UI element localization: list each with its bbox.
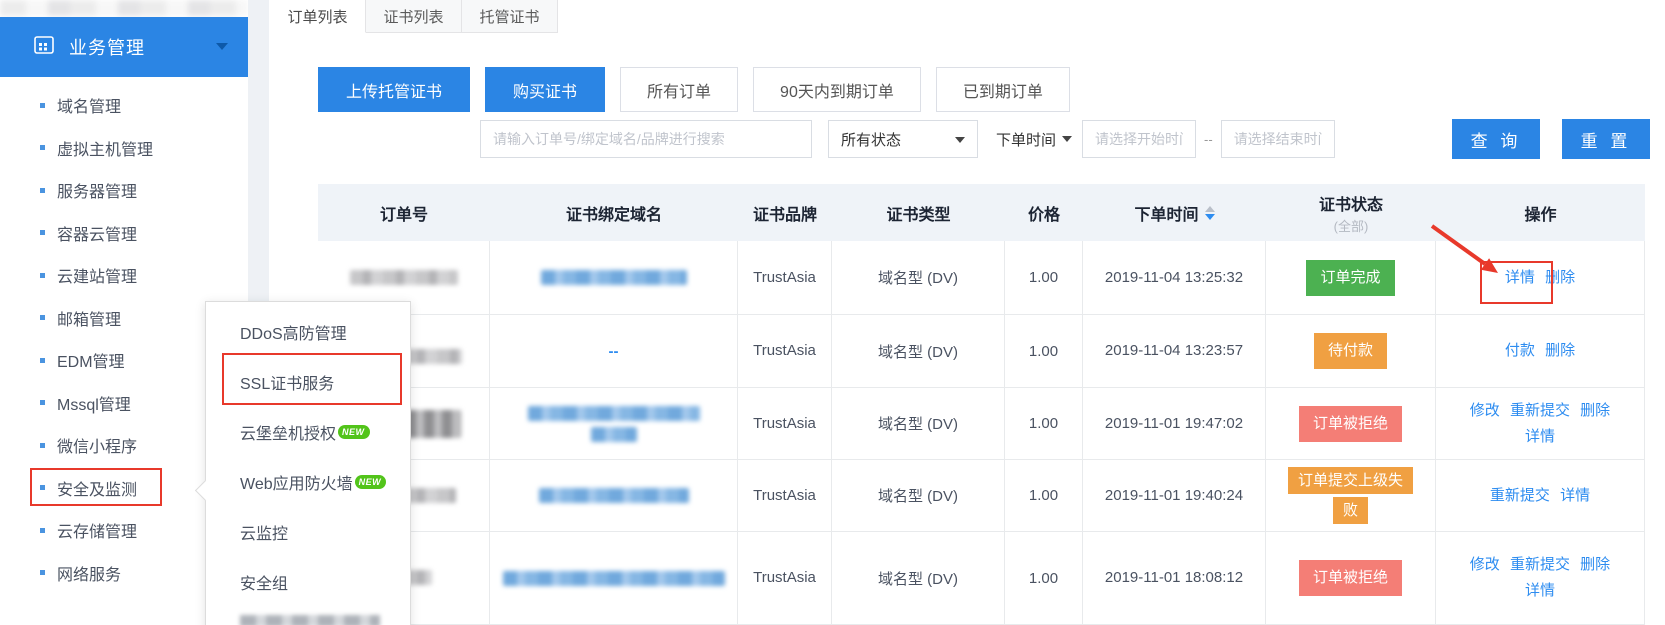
submenu-item-security-group[interactable]: 安全组 bbox=[206, 557, 410, 607]
table-row: TrustAsia 域名型 (DV) 1.00 2019-11-01 18:08… bbox=[318, 532, 1645, 625]
time-field-dropdown[interactable]: 下单时间 bbox=[996, 120, 1072, 158]
caret-down-icon bbox=[1062, 136, 1072, 142]
search-input[interactable] bbox=[480, 120, 812, 158]
redacted-domain bbox=[528, 406, 700, 421]
bullet-icon bbox=[40, 570, 45, 575]
redacted-order-number bbox=[406, 410, 461, 438]
clipped-submenu-item bbox=[240, 615, 380, 625]
reset-button[interactable]: 重 置 bbox=[1562, 119, 1650, 159]
status-badge: 订单被拒绝 bbox=[1299, 406, 1402, 442]
modify-link[interactable]: 修改 bbox=[1470, 556, 1500, 573]
ssl-certificate-console: 业务管理 域名管理 虚拟主机管理 服务器管理 容器云管理 云建站管理 邮箱管理 … bbox=[0, 0, 1665, 625]
table-row: TrustAsia 域名型 (DV) 1.00 2019-11-01 19:40… bbox=[318, 460, 1645, 532]
toolbar: 上传托管证书 购买证书 所有订单 90天内到期订单 已到期订单 bbox=[318, 67, 1085, 112]
bullet-icon bbox=[40, 145, 45, 150]
delete-link[interactable]: 删除 bbox=[1545, 269, 1575, 286]
submenu-item-ddos[interactable]: DDoS高防管理 bbox=[206, 307, 410, 357]
sidebar-item-container-cloud[interactable]: 容器云管理 bbox=[0, 212, 248, 255]
sidebar-item-site-builder[interactable]: 云建站管理 bbox=[0, 254, 248, 297]
table-header-row: 订单号 证书绑定域名 证书品牌 证书类型 价格 下单时间 证书状态 (全部) 操… bbox=[318, 184, 1645, 241]
detail-link[interactable]: 详情 bbox=[1560, 487, 1590, 504]
header-action: 操作 bbox=[1436, 184, 1645, 241]
table-row: TrustAsia 域名型 (DV) 1.00 2019-11-04 13:25… bbox=[318, 241, 1645, 315]
header-domain: 证书绑定域名 bbox=[490, 184, 738, 241]
tab-order-list[interactable]: 订单列表 bbox=[270, 0, 366, 33]
tab-hosted-certs[interactable]: 托管证书 bbox=[462, 0, 558, 33]
pay-link[interactable]: 付款 bbox=[1505, 342, 1535, 359]
header-brand: 证书品牌 bbox=[738, 184, 832, 241]
bullet-icon bbox=[40, 528, 45, 533]
redacted-domain bbox=[539, 488, 689, 503]
filter-bar: 所有状态 下单时间 -- 查 询 重 置 bbox=[480, 119, 1650, 159]
status-filter-hint: (全部) bbox=[1334, 216, 1369, 235]
upload-hosted-cert-button[interactable]: 上传托管证书 bbox=[318, 67, 470, 112]
bullet-icon bbox=[40, 188, 45, 193]
delete-link[interactable]: 删除 bbox=[1580, 556, 1610, 573]
header-status[interactable]: 证书状态 (全部) bbox=[1266, 184, 1436, 241]
bullet-icon bbox=[40, 400, 45, 405]
header-order-no: 订单号 bbox=[318, 184, 490, 241]
modify-link[interactable]: 修改 bbox=[1470, 402, 1500, 419]
sidebar-item-domain[interactable]: 域名管理 bbox=[0, 84, 248, 127]
bullet-icon bbox=[40, 485, 45, 490]
status-select[interactable]: 所有状态 bbox=[828, 120, 978, 158]
submenu-item-cloud-monitor[interactable]: 云监控 bbox=[206, 507, 410, 557]
submenu-item-web-firewall[interactable]: Web应用防火墙NEW bbox=[206, 457, 410, 507]
table-row: TrustAsia 域名型 (DV) 1.00 2019-11-01 19:47… bbox=[318, 388, 1645, 460]
date-range-separator: -- bbox=[1204, 132, 1213, 147]
buy-cert-button[interactable]: 购买证书 bbox=[485, 67, 605, 112]
bullet-icon bbox=[40, 315, 45, 320]
detail-link[interactable]: 详情 bbox=[1525, 428, 1555, 445]
redacted-breadcrumb bbox=[0, 0, 248, 16]
end-date-input[interactable] bbox=[1221, 120, 1335, 158]
submenu-item-bastion-host[interactable]: 云堡垒机授权NEW bbox=[206, 407, 410, 457]
redacted-domain bbox=[591, 427, 637, 442]
delete-link[interactable]: 删除 bbox=[1580, 402, 1610, 419]
query-button[interactable]: 查 询 bbox=[1452, 119, 1540, 159]
resubmit-link[interactable]: 重新提交 bbox=[1510, 556, 1570, 573]
status-badge: 订单被拒绝 bbox=[1299, 560, 1402, 596]
sidebar-header-business-management[interactable]: 业务管理 bbox=[0, 17, 248, 77]
sidebar-item-server[interactable]: 服务器管理 bbox=[0, 169, 248, 212]
bullet-icon bbox=[40, 443, 45, 448]
redacted-order-number bbox=[404, 488, 456, 503]
sidebar-header-label: 业务管理 bbox=[69, 34, 145, 60]
bullet-icon bbox=[40, 358, 45, 363]
bullet-icon bbox=[40, 273, 45, 278]
redacted-domain bbox=[541, 270, 687, 285]
resubmit-link[interactable]: 重新提交 bbox=[1510, 402, 1570, 419]
status-badge: 待付款 bbox=[1314, 333, 1387, 369]
start-date-input[interactable] bbox=[1082, 120, 1196, 158]
expiring-90d-orders-button[interactable]: 90天内到期订单 bbox=[753, 67, 921, 112]
tab-cert-list[interactable]: 证书列表 bbox=[366, 0, 462, 33]
header-price: 价格 bbox=[1005, 184, 1083, 241]
bullet-icon bbox=[40, 230, 45, 235]
delete-link[interactable]: 删除 bbox=[1545, 342, 1575, 359]
order-table: 订单号 证书绑定域名 证书品牌 证书类型 价格 下单时间 证书状态 (全部) 操… bbox=[318, 184, 1645, 625]
detail-link[interactable]: 详情 bbox=[1505, 269, 1535, 286]
sort-icon[interactable] bbox=[1205, 206, 1215, 220]
detail-link[interactable]: 详情 bbox=[1525, 582, 1555, 599]
status-badge: 订单完成 bbox=[1306, 260, 1394, 296]
redacted-domain bbox=[503, 571, 725, 586]
expired-orders-button[interactable]: 已到期订单 bbox=[936, 67, 1070, 112]
new-badge: NEW bbox=[355, 475, 387, 489]
header-type: 证书类型 bbox=[832, 184, 1005, 241]
grid-icon bbox=[33, 34, 55, 61]
header-time-sortable[interactable]: 下单时间 bbox=[1083, 184, 1266, 241]
tabbar: 订单列表 证书列表 托管证书 bbox=[270, 0, 558, 33]
all-orders-button[interactable]: 所有订单 bbox=[620, 67, 738, 112]
redacted-order-number bbox=[404, 349, 462, 364]
status-badge: 订单提交上级失败 bbox=[1288, 467, 1413, 524]
caret-down-icon bbox=[955, 137, 965, 143]
bullet-icon bbox=[40, 103, 45, 108]
sidebar-item-virtual-host[interactable]: 虚拟主机管理 bbox=[0, 127, 248, 170]
new-badge: NEW bbox=[338, 425, 370, 439]
table-row: -- TrustAsia 域名型 (DV) 1.00 2019-11-04 13… bbox=[318, 315, 1645, 388]
caret-down-icon bbox=[216, 43, 228, 50]
security-submenu-flyout: DDoS高防管理 SSL证书服务 云堡垒机授权NEW Web应用防火墙NEW 云… bbox=[205, 301, 411, 625]
submenu-item-ssl-cert-service[interactable]: SSL证书服务 bbox=[206, 357, 410, 407]
redacted-order-number bbox=[350, 270, 458, 285]
resubmit-link[interactable]: 重新提交 bbox=[1490, 487, 1550, 504]
